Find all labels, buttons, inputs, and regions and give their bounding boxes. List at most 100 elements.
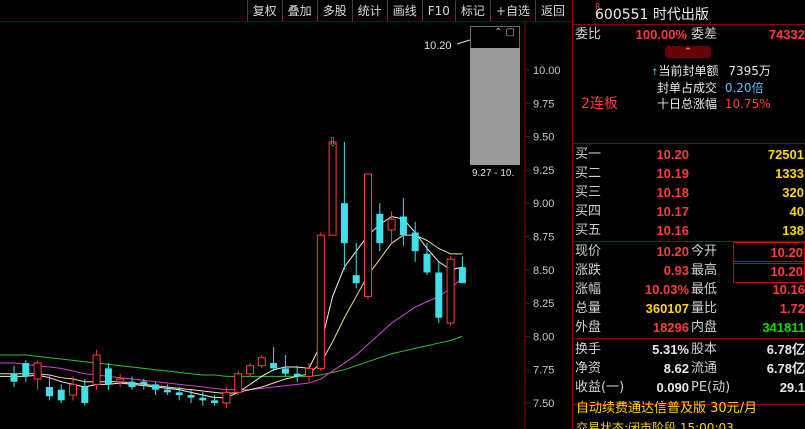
weicha-value: 74332	[768, 27, 805, 42]
candle-body	[22, 363, 30, 377]
candle-body	[423, 253, 431, 273]
price-pointer-line	[456, 39, 471, 45]
collapse-toggle[interactable]: ⌃	[665, 46, 711, 58]
candle-body	[316, 234, 325, 369]
candle-body	[293, 373, 301, 377]
overlay-top-price: 10.20	[424, 40, 452, 52]
seal-ratio-value: 0.20倍	[724, 81, 764, 95]
fundamentals-row: 换手 5.31% 股本 6.78亿	[573, 340, 805, 360]
bid-price: 10.19	[656, 166, 689, 181]
bid-volume: 320	[782, 185, 804, 200]
bid-volume: 72501	[767, 147, 804, 162]
quote-row: 涨幅 10.03% 最低 10.16	[573, 280, 805, 300]
bid-row[interactable]: 买一 10.20 72501	[573, 145, 805, 165]
fund-label: 换手	[575, 342, 602, 357]
bid-volume: 138	[782, 223, 804, 238]
quote-label: 涨跌	[575, 263, 602, 278]
quote-label: 现价	[575, 244, 602, 259]
fuquan-button[interactable]: 复权	[246, 0, 282, 22]
fund-value: 6.78亿	[766, 361, 805, 376]
fund-label: PE(动)	[691, 380, 731, 395]
quote-value: 341811	[762, 320, 805, 335]
quote-row: 涨跌 0.93 最高 10.20	[573, 261, 805, 283]
y-tick-label: 7.50	[533, 398, 554, 410]
overlay-window-icons[interactable]: ⌃ ▢	[494, 27, 515, 38]
y-tick-label: 9.75	[533, 98, 554, 110]
candle-body	[435, 272, 443, 318]
quote-label: 量比	[691, 301, 718, 316]
quote-label: 最低	[691, 282, 718, 297]
fund-label: 净资	[575, 361, 602, 376]
quote-label: 总量	[575, 301, 602, 316]
add-watchlist-button[interactable]: +自选	[489, 0, 535, 22]
draw-line-button[interactable]: 画线	[386, 0, 422, 22]
quote-panel: R 600551 时代出版 委比 100.00% 委差 74332 ⌃ ↑当前封…	[572, 0, 805, 429]
ma-line-magenta	[0, 277, 463, 391]
bid-row[interactable]: 买四 10.17 40	[573, 202, 805, 222]
candle-body	[199, 397, 207, 401]
f10-button[interactable]: F10	[421, 0, 455, 22]
quote-label: 涨幅	[575, 282, 602, 297]
bid-row[interactable]: 买二 10.19 1333	[573, 164, 805, 184]
candle-body	[446, 258, 455, 324]
seal-amount-label: 当前封单额	[658, 64, 719, 78]
bid-price: 10.20	[656, 147, 689, 162]
bid-label: 买三	[575, 185, 602, 200]
fundamentals-row: 收益(一) 0.090 PE(动) 29.1	[573, 378, 805, 398]
overlay-chip-distribution[interactable]	[470, 48, 520, 165]
candle-body	[211, 400, 219, 403]
candle-body	[234, 373, 243, 393]
candle-body	[116, 378, 125, 383]
overlay-button[interactable]: 叠加	[281, 0, 317, 22]
y-tick-label: 8.50	[533, 265, 554, 277]
candle-body	[187, 395, 195, 398]
bid-volume: 1333	[775, 166, 804, 181]
quote-value: 1.72	[779, 301, 805, 316]
y-tick-label: 8.75	[533, 232, 554, 244]
y-tick-label: 8.25	[533, 298, 554, 310]
candle-body	[387, 218, 396, 231]
ten-day-label: 十日总涨幅	[657, 97, 718, 111]
weibi-row: 委比 100.00% 委差 74332	[573, 25, 805, 45]
bid-price: 10.17	[656, 204, 689, 219]
weicha-label: 委差	[691, 27, 718, 42]
candle-body	[57, 389, 65, 401]
up-arrow-icon: ↑	[651, 68, 659, 78]
quote-label: 最高	[691, 263, 718, 278]
candle-body	[340, 203, 348, 244]
y-tick-label: 8.00	[533, 331, 554, 343]
fund-value: 29.1	[779, 380, 805, 395]
ten-day-row: 十日总涨幅 10.75%	[657, 95, 771, 112]
stock-title[interactable]: 600551 时代出版	[595, 4, 709, 24]
seal-amount-value: 7395万	[728, 64, 771, 78]
quote-value: 10.03%	[644, 282, 689, 297]
toolbar-buttons: 复权 叠加 多股 统计 画线 F10 标记 +自选 返回	[246, 0, 570, 22]
fund-value: 0.090	[656, 380, 689, 395]
bid-label: 买一	[575, 147, 602, 162]
candle-body	[152, 384, 160, 390]
chart-toolbar: 复权 叠加 多股 统计 画线 F10 标记 +自选 返回	[0, 0, 572, 22]
candle-body	[352, 275, 360, 284]
candle-body	[399, 216, 407, 236]
bid-row[interactable]: 买五 10.16 138	[573, 221, 805, 241]
y-tick-label: 9.25	[533, 165, 554, 177]
candle-body	[222, 391, 231, 404]
promo-banner[interactable]: 自动续费通达信普及版 30元/月	[573, 399, 805, 419]
candle-body	[246, 365, 254, 375]
candle-body	[140, 381, 148, 385]
candle-body	[270, 363, 278, 369]
weibi-label: 委比	[575, 27, 602, 42]
fund-value: 8.62	[663, 361, 689, 376]
candle-body	[328, 141, 337, 236]
candle-body	[92, 354, 101, 385]
statistics-button[interactable]: 统计	[351, 0, 387, 22]
trade-status: 交易状态:闭市阶段 15:00:03	[576, 421, 734, 429]
back-button[interactable]: 返回	[534, 0, 570, 22]
candle-body	[458, 267, 466, 284]
multi-stock-button[interactable]: 多股	[316, 0, 352, 22]
quote-value: 10.20	[656, 244, 689, 259]
mark-button[interactable]: 标记	[454, 0, 490, 22]
bid-row[interactable]: 买三 10.18 320	[573, 183, 805, 203]
y-tick-label: 10.00	[533, 65, 561, 77]
seal-ratio-label: 封单占成交	[657, 81, 718, 95]
